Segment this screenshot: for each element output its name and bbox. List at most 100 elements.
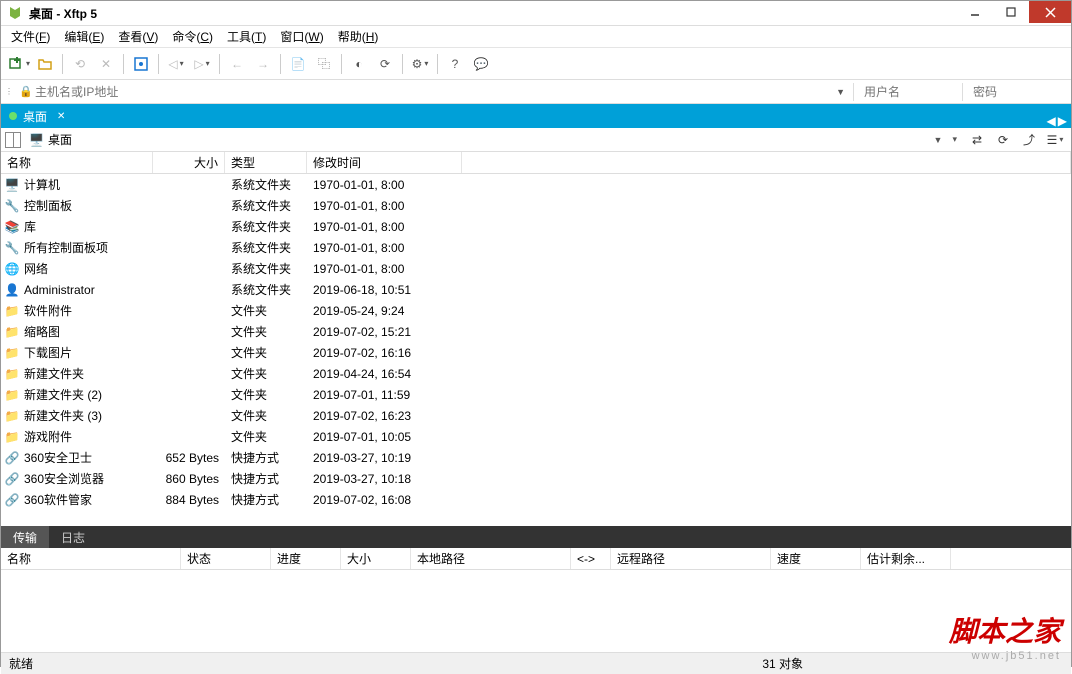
menubar: 文件(F)编辑(E)查看(V)命令(C)工具(T)窗口(W)帮助(H) bbox=[1, 26, 1071, 48]
file-date: 2019-07-02, 16:23 bbox=[307, 406, 462, 426]
address-bar: ⋮ 🔒 ▼ bbox=[1, 80, 1071, 104]
table-row[interactable]: 📁游戏附件文件夹2019-07-01, 10:05 bbox=[1, 426, 1071, 447]
transfer-col-header[interactable]: 本地路径 bbox=[411, 548, 571, 569]
tab-log[interactable]: 日志 bbox=[49, 526, 97, 548]
menu-f[interactable]: 文件(F) bbox=[5, 26, 56, 47]
shortcut-icon: 🔗 bbox=[4, 492, 20, 508]
settings-button[interactable]: ⚙ bbox=[408, 52, 432, 76]
transfer-col-header[interactable]: 速度 bbox=[771, 548, 861, 569]
transfer-right-button[interactable]: ▷ bbox=[190, 52, 214, 76]
file-size bbox=[153, 434, 225, 440]
transfer-tabs: 传输 日志 bbox=[1, 526, 1071, 548]
bookmark-button[interactable]: ◐ bbox=[347, 52, 371, 76]
menu-w[interactable]: 窗口(W) bbox=[274, 26, 329, 47]
menu-t[interactable]: 工具(T) bbox=[221, 26, 272, 47]
view-options-icon[interactable]: ☰ bbox=[1043, 128, 1067, 152]
table-row[interactable]: 📁新建文件夹 (2)文件夹2019-07-01, 11:59 bbox=[1, 384, 1071, 405]
new-folder-button[interactable]: 📄 bbox=[286, 52, 310, 76]
file-date: 2019-07-02, 16:08 bbox=[307, 490, 462, 510]
transfer-col-header[interactable]: 远程路径 bbox=[611, 548, 771, 569]
path-input[interactable]: 🖥️ 桌面 bbox=[25, 131, 930, 148]
table-row[interactable]: 🔧控制面板系统文件夹1970-01-01, 8:00 bbox=[1, 195, 1071, 216]
table-row[interactable]: 🖥️计算机系统文件夹1970-01-01, 8:00 bbox=[1, 174, 1071, 195]
user-icon: 👤 bbox=[4, 282, 20, 298]
minimize-button[interactable] bbox=[957, 1, 993, 23]
table-row[interactable]: 📁软件附件文件夹2019-05-24, 9:24 bbox=[1, 300, 1071, 321]
feedback-button[interactable]: 💬 bbox=[469, 52, 493, 76]
list-header: 名称 大小 类型 修改时间 bbox=[1, 152, 1071, 174]
transfer-col-header[interactable]: 状态 bbox=[181, 548, 271, 569]
up-icon[interactable]: ⤴ bbox=[1017, 128, 1041, 152]
table-row[interactable]: 👤Administrator系统文件夹2019-06-18, 10:51 bbox=[1, 279, 1071, 300]
file-type: 快捷方式 bbox=[225, 446, 307, 469]
file-name: 软件附件 bbox=[24, 302, 72, 319]
copy-button[interactable]: ⿻ bbox=[312, 52, 336, 76]
file-name: 缩略图 bbox=[24, 323, 60, 340]
transfer-col-header[interactable]: 估计剩余... bbox=[861, 548, 951, 569]
watermark-url: www.jb51.net bbox=[972, 650, 1061, 662]
table-row[interactable]: 🔗360安全浏览器860 Bytes快捷方式2019-03-27, 10:18 bbox=[1, 468, 1071, 489]
transfer-col-header[interactable]: <-> bbox=[571, 548, 611, 569]
col-header-date[interactable]: 修改时间 bbox=[307, 152, 462, 173]
close-button[interactable] bbox=[1029, 1, 1071, 23]
transfer-icon[interactable]: ⇄ bbox=[965, 128, 989, 152]
transfer-left-button[interactable]: ◁ bbox=[164, 52, 188, 76]
menu-v[interactable]: 查看(V) bbox=[112, 26, 164, 47]
table-row[interactable]: 📁下载图片文件夹2019-07-02, 16:16 bbox=[1, 342, 1071, 363]
path-history-icon[interactable]: ▾ bbox=[952, 134, 957, 145]
file-date: 1970-01-01, 8:00 bbox=[307, 175, 462, 195]
tab-scroll-right[interactable]: ▶ bbox=[1058, 114, 1067, 128]
tab-transfer[interactable]: 传输 bbox=[1, 526, 49, 548]
transfer-col-header[interactable]: 进度 bbox=[271, 548, 341, 569]
file-type: 快捷方式 bbox=[225, 488, 307, 511]
col-header-name[interactable]: 名称 bbox=[1, 152, 153, 173]
sync-button[interactable]: ⟳ bbox=[373, 52, 397, 76]
table-row[interactable]: 📚库系统文件夹1970-01-01, 8:00 bbox=[1, 216, 1071, 237]
new-session-button[interactable] bbox=[7, 52, 31, 76]
username-input[interactable] bbox=[858, 82, 958, 102]
file-type: 系统文件夹 bbox=[225, 215, 307, 238]
forward-button[interactable]: → bbox=[251, 52, 275, 76]
table-row[interactable]: 🔧所有控制面板项系统文件夹1970-01-01, 8:00 bbox=[1, 237, 1071, 258]
file-name: 库 bbox=[24, 218, 36, 235]
table-row[interactable]: 📁新建文件夹文件夹2019-04-24, 16:54 bbox=[1, 363, 1071, 384]
menu-h[interactable]: 帮助(H) bbox=[332, 26, 385, 47]
host-input[interactable] bbox=[17, 82, 849, 102]
net-icon: 🌐 bbox=[4, 261, 20, 277]
back-button[interactable]: ← bbox=[225, 52, 249, 76]
file-date: 2019-03-27, 10:18 bbox=[307, 469, 462, 489]
file-size bbox=[153, 287, 225, 293]
transfer-col-header[interactable]: 大小 bbox=[341, 548, 411, 569]
transfer-col-header[interactable]: 名称 bbox=[1, 548, 181, 569]
table-row[interactable]: 🔗360安全卫士652 Bytes快捷方式2019-03-27, 10:19 bbox=[1, 447, 1071, 468]
host-dropdown-icon[interactable]: ▼ bbox=[836, 87, 845, 97]
file-date: 1970-01-01, 8:00 bbox=[307, 259, 462, 279]
table-row[interactable]: 📁缩略图文件夹2019-07-02, 15:21 bbox=[1, 321, 1071, 342]
file-size bbox=[153, 392, 225, 398]
tab-scroll-left[interactable]: ◀ bbox=[1047, 114, 1056, 128]
table-row[interactable]: 🌐网络系统文件夹1970-01-01, 8:00 bbox=[1, 258, 1071, 279]
open-button[interactable] bbox=[33, 52, 57, 76]
col-header-size[interactable]: 大小 bbox=[153, 152, 225, 173]
table-row[interactable]: 🔗360软件管家884 Bytes快捷方式2019-07-02, 16:08 bbox=[1, 489, 1071, 510]
file-size bbox=[153, 308, 225, 314]
file-date: 1970-01-01, 8:00 bbox=[307, 217, 462, 237]
file-name: 计算机 bbox=[24, 176, 60, 193]
password-input[interactable] bbox=[967, 82, 1067, 102]
properties-button[interactable] bbox=[129, 52, 153, 76]
reconnect-button[interactable]: ⟲ bbox=[68, 52, 92, 76]
menu-e[interactable]: 编辑(E) bbox=[58, 26, 110, 47]
tab-desktop[interactable]: 桌面 ✕ bbox=[1, 104, 73, 128]
path-dropdown-icon[interactable]: ▼ bbox=[934, 135, 943, 145]
col-header-type[interactable]: 类型 bbox=[225, 152, 307, 173]
file-name: 控制面板 bbox=[24, 197, 72, 214]
layout-icon[interactable] bbox=[5, 132, 21, 148]
maximize-button[interactable] bbox=[993, 1, 1029, 23]
disconnect-button[interactable]: ✕ bbox=[94, 52, 118, 76]
session-tabbar: 桌面 ✕ ◀ ▶ bbox=[1, 104, 1071, 128]
tab-close-icon[interactable]: ✕ bbox=[57, 111, 65, 122]
refresh-icon[interactable]: ⟳ bbox=[991, 128, 1015, 152]
table-row[interactable]: 📁新建文件夹 (3)文件夹2019-07-02, 16:23 bbox=[1, 405, 1071, 426]
menu-c[interactable]: 命令(C) bbox=[166, 26, 219, 47]
help-button[interactable]: ? bbox=[443, 52, 467, 76]
